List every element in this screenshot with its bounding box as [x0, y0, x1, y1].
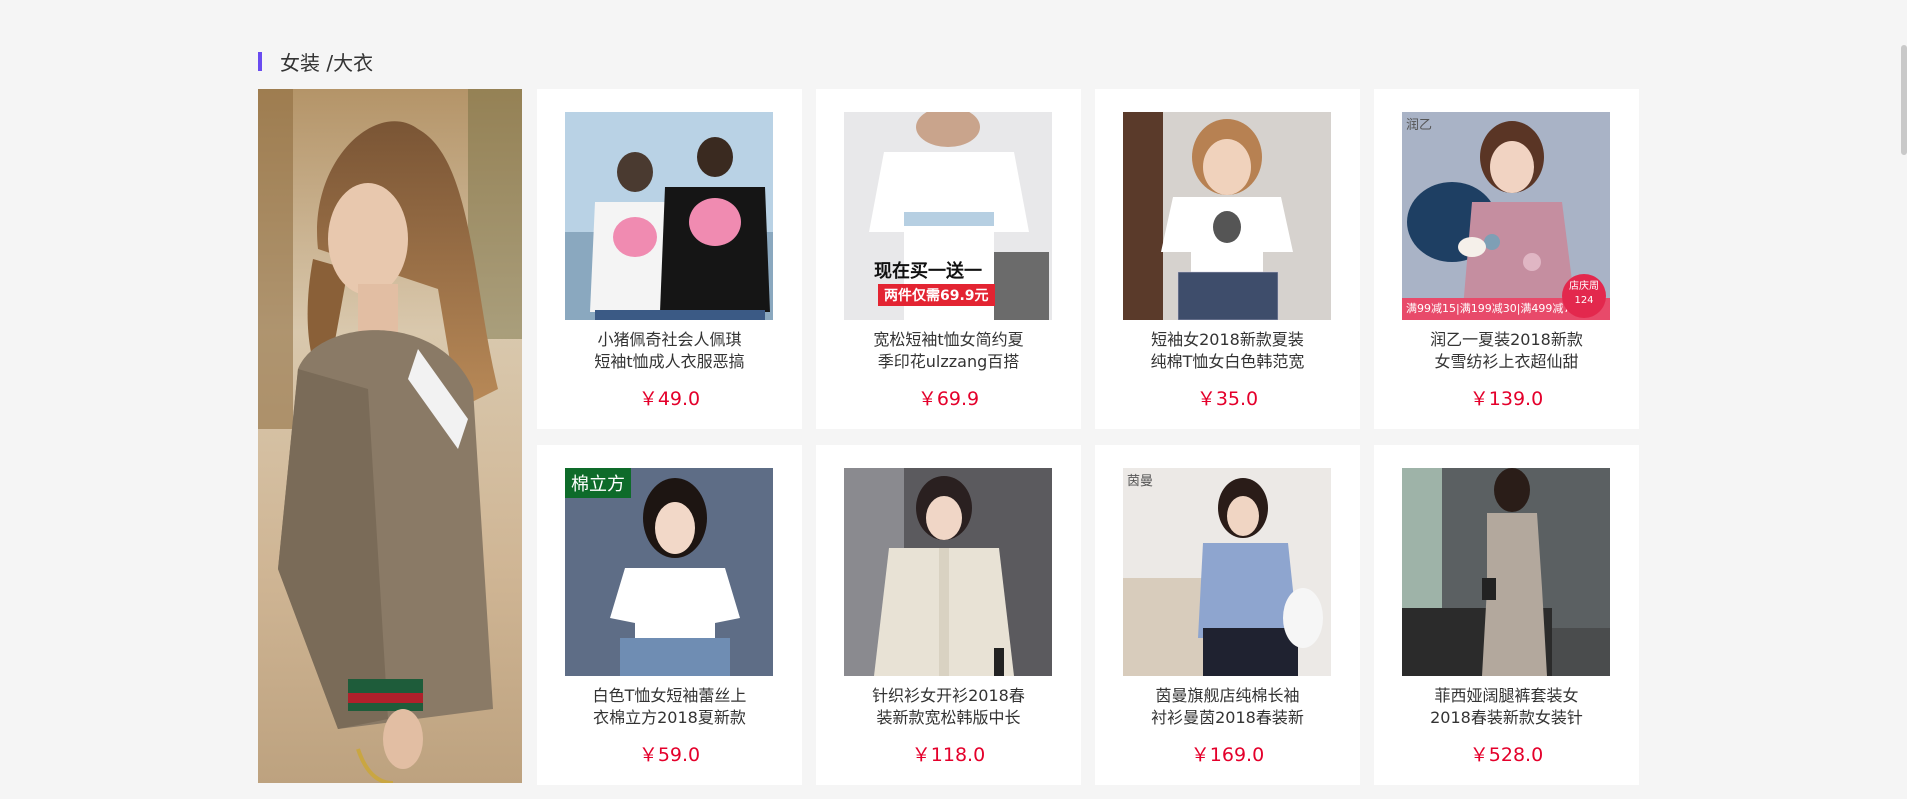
product-card[interactable]: 茵曼 茵曼旗舰店纯棉长袖 衬衫曼茵2018春装新 ￥169.0	[1095, 445, 1360, 785]
product-image[interactable]: 润乙 满99减15|满199减30|满499减75 店庆周 124	[1402, 112, 1610, 320]
product-image[interactable]: 棉立方	[565, 468, 773, 676]
product-price: ￥169.0	[1190, 744, 1265, 766]
product-price: ￥139.0	[1469, 388, 1544, 410]
product-name[interactable]: 针织衫女开衫2018春 装新款宽松韩版中长	[856, 685, 1041, 729]
product-card[interactable]: 润乙 满99减15|满199减30|满499减75 店庆周 124 润乙一夏装2…	[1374, 89, 1639, 429]
category-banner-image[interactable]	[258, 89, 522, 783]
promo-overlay-sub: 两件仅需69.9元	[878, 284, 995, 306]
product-price: ￥69.9	[917, 388, 980, 410]
product-name[interactable]: 菲西娅阔腿裤套装女 2018春装新款女装针	[1414, 685, 1599, 729]
product-card[interactable]: 短袖女2018新款夏装 纯棉T恤女白色韩范宽 ￥35.0	[1095, 89, 1360, 429]
product-image[interactable]	[1123, 112, 1331, 320]
product-price: ￥35.0	[1196, 388, 1259, 410]
product-price: ￥118.0	[911, 744, 986, 766]
knit-cardigan-photo	[844, 468, 1052, 676]
product-card[interactable]: 菲西娅阔腿裤套装女 2018春装新款女装针 ￥528.0	[1374, 445, 1639, 785]
product-grid: 小猪佩奇社会人佩琪 短袖t恤成人衣服恶搞 ￥49.0 现在买一送一 两件仅需69.…	[537, 89, 1639, 785]
product-name[interactable]: 宽松短袖t恤女简约夏 季印花ulzzang百搭	[856, 329, 1041, 373]
product-image[interactable]: 茵曼	[1123, 468, 1331, 676]
brand-badge: 棉立方	[565, 468, 631, 498]
product-card[interactable]: 棉立方 白色T恤女短袖蕾丝上 衣棉立方2018夏新款 ￥59.0	[537, 445, 802, 785]
product-price: ￥49.0	[638, 388, 701, 410]
banner-illustration	[258, 89, 522, 783]
section-header: 女装 /大衣	[258, 50, 373, 75]
wide-leg-suit-photo	[1402, 468, 1610, 676]
product-image[interactable]	[1402, 468, 1610, 676]
promo-circle-top: 店庆周	[1569, 281, 1599, 292]
product-name[interactable]: 润乙一夏装2018新款 女雪纺衫上衣超仙甜	[1414, 329, 1599, 373]
promo-circle: 店庆周 124	[1562, 274, 1606, 318]
promo-overlay-title: 现在买一送一	[874, 261, 982, 282]
tshirt-couple-photo	[565, 112, 773, 320]
brand-label: 润乙	[1406, 118, 1433, 133]
promo-circle-num: 124	[1574, 295, 1594, 306]
product-name[interactable]: 茵曼旗舰店纯棉长袖 衬衫曼茵2018春装新	[1135, 685, 1320, 729]
blue-shirt-photo	[1123, 468, 1331, 676]
product-name[interactable]: 小猪佩奇社会人佩琪 短袖t恤成人衣服恶搞	[577, 329, 762, 373]
product-card[interactable]: 针织衫女开衫2018春 装新款宽松韩版中长 ￥118.0	[816, 445, 1081, 785]
product-name[interactable]: 短袖女2018新款夏装 纯棉T恤女白色韩范宽	[1135, 329, 1320, 373]
lace-blouse-photo	[565, 468, 773, 676]
product-image[interactable]: 现在买一送一 两件仅需69.9元	[844, 112, 1052, 320]
product-card[interactable]: 现在买一送一 两件仅需69.9元 宽松短袖t恤女简约夏 季印花ulzzang百搭 …	[816, 89, 1081, 429]
product-price: ￥528.0	[1469, 744, 1544, 766]
title-accent-bar	[258, 51, 262, 71]
product-image[interactable]	[844, 468, 1052, 676]
product-card[interactable]: 小猪佩奇社会人佩琪 短袖t恤成人衣服恶搞 ￥49.0	[537, 89, 802, 429]
product-image[interactable]	[565, 112, 773, 320]
brand-label: 茵曼	[1127, 474, 1154, 489]
product-price: ￥59.0	[638, 744, 701, 766]
page-scrollbar[interactable]	[1901, 45, 1907, 155]
cat-tshirt-photo	[1123, 112, 1331, 320]
product-name[interactable]: 白色T恤女短袖蕾丝上 衣棉立方2018夏新款	[577, 685, 762, 729]
section-title: 女装 /大衣	[280, 50, 374, 75]
